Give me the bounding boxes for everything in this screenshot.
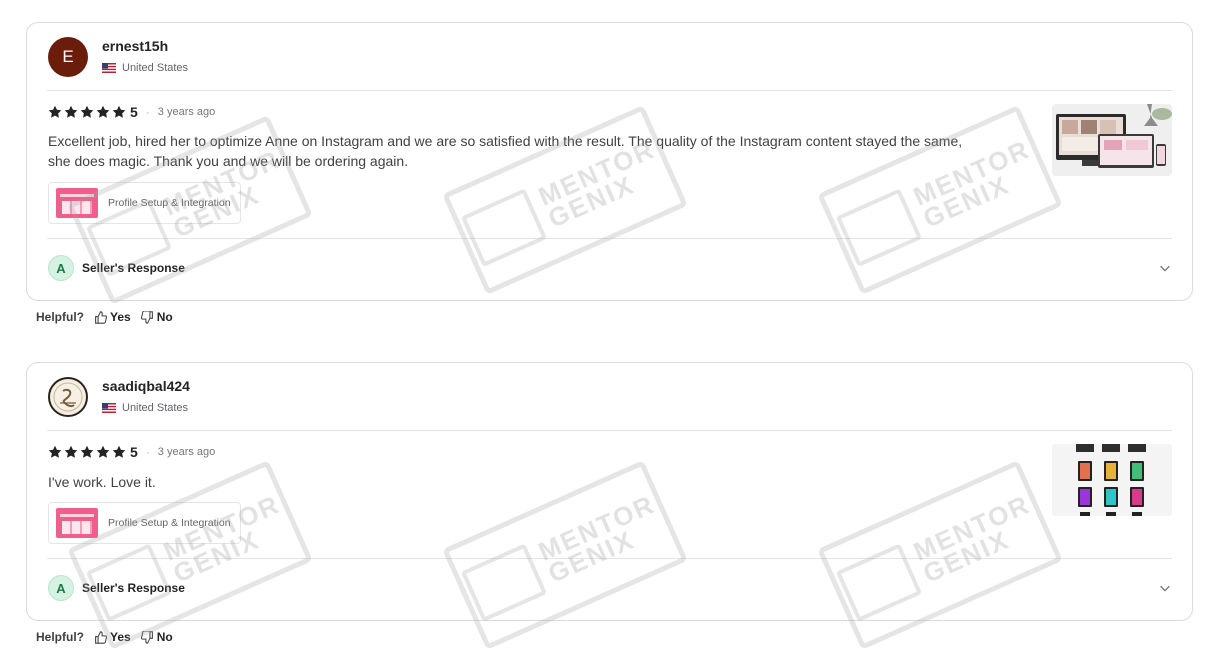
star-icon — [112, 105, 126, 118]
review-time: 3 years ago — [157, 446, 216, 458]
reviewer-country: United States — [102, 62, 188, 74]
country-label: United States — [122, 62, 189, 74]
seller-response-toggle[interactable]: A Seller's Response — [48, 574, 1172, 602]
rating-score: 5 — [130, 444, 138, 460]
thumbs-down-icon — [140, 310, 153, 324]
us-flag-icon — [102, 63, 116, 73]
gig-tag[interactable]: Profile Setup & Integration — [48, 182, 241, 224]
reviewer-username[interactable]: ernest15h — [102, 38, 168, 54]
review-card: saadiqbal424 United States 5 · 3 years a… — [26, 362, 1193, 621]
reviewer-username[interactable]: saadiqbal424 — [102, 378, 190, 394]
star-icon — [80, 445, 94, 458]
rating-score: 5 — [130, 104, 138, 120]
avatar[interactable]: E — [48, 37, 88, 77]
divider — [47, 430, 1172, 431]
seller-avatar: A — [48, 575, 74, 601]
helpful-label: Helpful? — [36, 630, 84, 644]
star-icon — [96, 105, 110, 118]
rating-row: 5 · 3 years ago — [48, 104, 215, 120]
gig-title: Profile Setup & Integration — [108, 517, 231, 529]
gig-tag[interactable]: Profile Setup & Integration — [48, 502, 241, 544]
reviewer-header: saadiqbal424 United States — [48, 377, 548, 417]
star-icon — [64, 445, 78, 458]
review-attachment-image[interactable] — [1052, 444, 1172, 516]
chevron-down-icon[interactable] — [1158, 261, 1172, 275]
helpful-yes-button[interactable]: Yes — [94, 310, 131, 324]
review-card: E ernest15h United States 5 · 3 years ag… — [26, 22, 1193, 301]
seller-avatar: A — [48, 255, 74, 281]
star-icon — [48, 445, 62, 458]
helpful-label: Helpful? — [36, 310, 84, 324]
attachment-preview — [1052, 444, 1172, 516]
helpful-no-button[interactable]: No — [140, 310, 173, 324]
no-label: No — [156, 310, 173, 324]
chevron-down-icon[interactable] — [1158, 581, 1172, 595]
star-icon — [48, 105, 62, 118]
gig-thumbnail — [56, 508, 98, 538]
star-icon — [112, 445, 126, 458]
divider — [47, 90, 1172, 91]
star-rating — [48, 445, 126, 459]
star-icon — [96, 445, 110, 458]
yes-label: Yes — [110, 310, 131, 324]
separator-dot: · — [145, 445, 150, 459]
country-label: United States — [122, 402, 189, 414]
yes-label: Yes — [110, 630, 131, 644]
gig-thumbnail — [56, 188, 98, 218]
seller-response-label: Seller's Response — [82, 261, 185, 275]
seller-response-toggle[interactable]: A Seller's Response — [48, 254, 1172, 282]
rating-row: 5 · 3 years ago — [48, 444, 215, 460]
helpful-row: Helpful? Yes No — [36, 309, 173, 325]
star-rating — [48, 105, 126, 119]
avatar-logo-icon — [53, 382, 83, 412]
review-text: I've work. Love it. — [48, 474, 156, 490]
attachment-preview — [1052, 104, 1172, 176]
star-icon — [80, 105, 94, 118]
reviewer-country: United States — [102, 402, 188, 414]
us-flag-icon — [102, 403, 116, 413]
review-time: 3 years ago — [157, 106, 216, 118]
review-attachment-image[interactable] — [1052, 104, 1172, 176]
thumbs-down-icon — [140, 630, 153, 644]
thumbs-up-icon — [95, 630, 107, 644]
separator-dot: · — [145, 105, 150, 119]
review-text: Excellent job, hired her to optimize Ann… — [48, 133, 963, 169]
divider — [47, 238, 1172, 239]
thumbs-up-icon — [95, 310, 107, 324]
divider — [47, 558, 1172, 559]
no-label: No — [156, 630, 173, 644]
helpful-row: Helpful? Yes No — [36, 629, 173, 645]
avatar[interactable] — [48, 377, 88, 417]
seller-response-label: Seller's Response — [82, 581, 185, 595]
helpful-no-button[interactable]: No — [140, 630, 173, 644]
star-icon — [64, 105, 78, 118]
reviewer-header: E ernest15h United States — [48, 37, 548, 77]
helpful-yes-button[interactable]: Yes — [94, 630, 131, 644]
gig-title: Profile Setup & Integration — [108, 197, 231, 209]
